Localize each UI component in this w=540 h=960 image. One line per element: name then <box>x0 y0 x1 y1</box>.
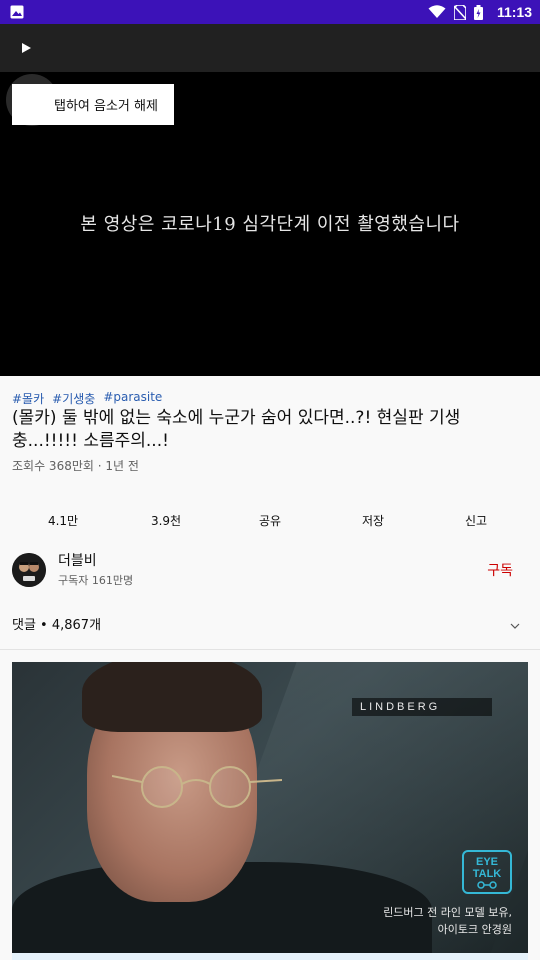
status-bar: 11:13 <box>0 0 540 24</box>
ad-brand-label: LINDBERG <box>352 698 492 716</box>
wifi-icon <box>428 5 446 18</box>
unmute-toast-label: 탭하여 음소거 해제 <box>54 99 158 114</box>
ad-brand-text: LINDBERG <box>360 701 441 713</box>
hashtag-link[interactable]: #parasite <box>103 390 162 407</box>
eyetalk-logo-line1: EYE <box>475 856 498 868</box>
avatar-image <box>12 553 46 587</box>
comments-section[interactable]: 댓글 • 4,867개 <box>0 606 540 650</box>
play-icon[interactable] <box>20 42 32 54</box>
ad-copy-line1: 린드버그 전 라인 모델 보유, <box>383 906 512 919</box>
ad-model-hair <box>82 662 262 732</box>
hashtag-list: #몰카 #기생충 #parasite <box>12 390 162 407</box>
like-button[interactable]: 4.1만 <box>13 512 113 529</box>
ad-footer-strip <box>12 953 528 960</box>
eyetalk-logo-line2: TALK <box>472 868 502 880</box>
video-caption: 본 영상은 코로나19 심각단계 이전 촬영했습니다 <box>80 214 460 235</box>
channel-row[interactable]: 더블비 구독자 161만명 구독 <box>0 548 540 594</box>
share-label: 공유 <box>258 514 282 528</box>
report-label: 신고 <box>464 514 488 528</box>
subscribe-button[interactable]: 구독 <box>487 560 513 580</box>
hashtag-link[interactable]: #기생충 <box>52 390 95 407</box>
expand-icon[interactable] <box>510 620 520 630</box>
report-button[interactable]: 신고 <box>426 512 526 529</box>
like-count: 4.1만 <box>47 514 79 528</box>
player-top-bar[interactable] <box>0 24 540 72</box>
gallery-icon <box>10 5 24 19</box>
eyetalk-glasses-icon <box>477 881 497 889</box>
subscriber-count: 구독자 161만명 <box>58 574 134 587</box>
no-sim-icon <box>453 4 466 20</box>
battery-icon <box>473 4 483 20</box>
ad-copy-line2: 아이토크 안경원 <box>437 923 512 936</box>
comments-count: 댓글 • 4,867개 <box>12 618 102 633</box>
unmute-toast[interactable]: 탭하여 음소거 해제 <box>12 84 174 125</box>
ad-copy: 린드버그 전 라인 모델 보유, 아이토크 안경원 <box>383 904 512 938</box>
save-button[interactable]: 저장 <box>323 512 423 529</box>
video-meta: 조회수 368만회 · 1년 전 <box>12 459 139 473</box>
video-title[interactable]: (몰카) 둘 밖에 없는 숙소에 누군가 숨어 있다면..?! 현실판 기생충.… <box>12 407 512 453</box>
dislike-count: 3.9천 <box>150 514 182 528</box>
eyetalk-logo: EYE TALK <box>462 850 512 894</box>
channel-name[interactable]: 더블비 <box>58 550 97 570</box>
glasses-illustration <box>112 766 282 808</box>
status-time: 11:13 <box>496 4 532 20</box>
save-label: 저장 <box>361 514 385 528</box>
ad-banner[interactable]: LINDBERG EYE TALK 린드버그 전 라인 모델 보유, 아이토크 … <box>12 662 528 960</box>
dislike-button[interactable]: 3.9천 <box>116 512 216 529</box>
video-player[interactable]: 탭하여 음소거 해제 본 영상은 코로나19 심각단계 이전 촬영했습니다 <box>0 72 540 376</box>
hashtag-link[interactable]: #몰카 <box>12 390 44 407</box>
channel-avatar[interactable] <box>12 553 46 587</box>
share-button[interactable]: 공유 <box>220 512 320 529</box>
action-bar: 4.1만 3.9천 공유 저장 신고 <box>0 512 540 530</box>
